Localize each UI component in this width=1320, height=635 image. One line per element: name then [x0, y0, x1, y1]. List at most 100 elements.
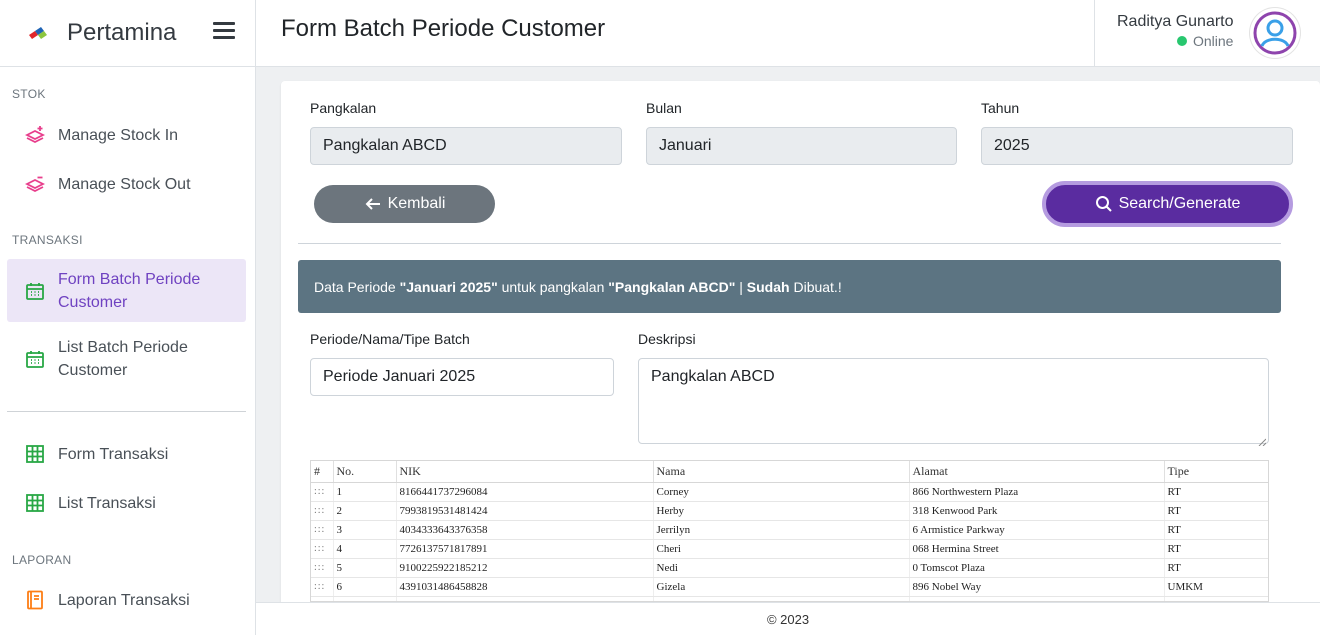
bulan-field[interactable]: Januari [646, 127, 957, 165]
sidebar-item-label: Form Transaksi [58, 445, 169, 463]
deskripsi-textarea[interactable]: Pangkalan ABCD [638, 358, 1269, 447]
pangkalan-label: Pangkalan [310, 100, 377, 116]
sidebar-item-form-transaksi[interactable]: Form Transaksi [7, 431, 246, 477]
calendar-icon [25, 281, 45, 301]
footer-copyright: © 2023 [766, 611, 810, 627]
back-button[interactable]: Kembali [314, 185, 495, 223]
cell-tipe: RT [1164, 520, 1268, 540]
sidebar-item-label: List Transaksi [58, 494, 156, 512]
avatar[interactable] [1250, 8, 1300, 58]
tahun-field[interactable]: 2025 [981, 127, 1293, 165]
cell-no: 3 [333, 520, 397, 540]
cell-no: 6 [333, 577, 397, 597]
nav-section-transaksi: TRANSAKSI [12, 233, 83, 247]
calendar-icon [25, 349, 45, 369]
cell-alamat: 0 Tomscot Plaza [909, 558, 1165, 578]
sidebar-divider [7, 411, 246, 412]
cell-nik: 4034333643376358 [396, 520, 654, 540]
cell-alamat: 6 Armistice Parkway [909, 520, 1165, 540]
table-row[interactable]: ::: 1 8166441737296084 Corney 866 Northw… [311, 482, 1268, 502]
cell-tipe: RT [1164, 482, 1268, 502]
cell-nama: Corney [653, 482, 910, 502]
table-row[interactable]: ::: 6 4391031486458828 Gizela 896 Nobel … [311, 577, 1268, 597]
user-status: Online [1177, 33, 1233, 49]
cell-nama: Gizela [653, 577, 910, 597]
back-button-label: Kembali [387, 195, 446, 212]
cell-nik: 9100225922185212 [396, 558, 654, 578]
cell-no: 1 [333, 482, 397, 502]
nav-section-laporan: LAPORAN [12, 553, 72, 567]
form-card: Pangkalan Pangkalan ABCD Bulan Januari T… [281, 81, 1320, 621]
column-header[interactable]: No. [333, 461, 397, 483]
user-status-label: Online [1193, 33, 1234, 49]
drag-handle-icon[interactable]: ::: [311, 577, 334, 597]
cell-tipe: RT [1164, 558, 1268, 578]
cell-nama: Jerrilyn [653, 520, 910, 540]
periode-field[interactable]: Periode Januari 2025 [310, 358, 614, 396]
sidebar-item-form-batch-periode[interactable]: Form Batch Periode Customer [7, 259, 246, 322]
arrow-left-icon [364, 195, 382, 213]
column-header[interactable]: Alamat [909, 461, 1165, 483]
menu-toggle-icon[interactable] [213, 22, 235, 42]
sidebar-item-list-batch-periode[interactable]: List Batch Periode Customer [7, 327, 246, 390]
section-divider [298, 243, 1281, 244]
table-row[interactable]: ::: 5 9100225922185212 Nedi 0 Tomscot Pl… [311, 558, 1268, 578]
alert-status: Sudah [746, 278, 790, 295]
brand: Pertamina [0, 0, 255, 67]
drag-handle-icon[interactable]: ::: [311, 520, 334, 540]
search-generate-button[interactable]: Search/Generate [1042, 181, 1293, 227]
cell-nik: 8166441737296084 [396, 482, 654, 502]
column-header[interactable]: Nama [653, 461, 910, 483]
footer: © 2023 [256, 602, 1320, 635]
sidebar-item-label: Manage Stock In [58, 126, 179, 144]
cell-nama: Herby [653, 501, 910, 521]
customer-table: # No. NIK Nama Alamat Tipe ::: 1 8166441… [310, 460, 1269, 602]
online-dot-icon [1177, 36, 1187, 46]
pangkalan-field[interactable]: Pangkalan ABCD [310, 127, 622, 165]
resize-grip-icon[interactable] [1258, 433, 1267, 447]
cell-alamat: 318 Kenwood Park [909, 501, 1165, 521]
alert-mid: untuk pangkalan [497, 278, 609, 295]
sidebar-item-laporan-transaksi[interactable]: Laporan Transaksi [7, 577, 246, 623]
cell-nik: 7726137571817891 [396, 539, 654, 559]
sidebar-item-label: Laporan Transaksi [58, 591, 190, 609]
table-row[interactable]: ::: 2 7993819531481424 Herby 318 Kenwood… [311, 501, 1268, 521]
user-name: Raditya Gunarto [1117, 13, 1234, 30]
page-title: Form Batch Periode Customer [281, 15, 606, 42]
sidebar-item-list-transaksi[interactable]: List Transaksi [7, 480, 246, 526]
cell-nama: Nedi [653, 558, 910, 578]
drag-handle-icon[interactable]: ::: [311, 558, 334, 578]
alert-periode: "Januari 2025" [399, 278, 498, 295]
cell-tipe: RT [1164, 539, 1268, 559]
alert-sep: | [735, 278, 747, 295]
alert-prefix: Data Periode [314, 278, 400, 295]
column-header[interactable]: NIK [396, 461, 654, 483]
table-header-row: # No. NIK Nama Alamat Tipe [311, 461, 1268, 483]
column-header[interactable]: # [311, 461, 334, 483]
cell-no: 2 [333, 501, 397, 521]
sidebar-item-manage-stock-in[interactable]: Manage Stock In [7, 112, 246, 158]
column-header[interactable]: Tipe [1164, 461, 1268, 483]
user-panel[interactable]: Raditya Gunarto Online [1094, 0, 1320, 66]
cell-nik: 7993819531481424 [396, 501, 654, 521]
cell-nik: 4391031486458828 [396, 577, 654, 597]
deskripsi-value: Pangkalan ABCD [651, 368, 775, 385]
book-icon [25, 590, 45, 610]
grid-table-icon [25, 493, 45, 513]
bulan-label: Bulan [646, 100, 682, 116]
brand-name: Pertamina [67, 19, 177, 46]
sidebar-item-manage-stock-out[interactable]: Manage Stock Out [7, 161, 246, 207]
cell-alamat: 068 Hermina Street [909, 539, 1165, 559]
pertamina-logo-icon [26, 21, 50, 45]
table-row[interactable]: ::: 3 4034333643376358 Jerrilyn 6 Armist… [311, 520, 1268, 540]
grid-table-icon [25, 444, 45, 464]
drag-handle-icon[interactable]: ::: [311, 539, 334, 559]
layers-minus-icon [25, 174, 45, 194]
drag-handle-icon[interactable]: ::: [311, 482, 334, 502]
table-row[interactable]: ::: 4 7726137571817891 Cheri 068 Hermina… [311, 539, 1268, 559]
periode-label: Periode/Nama/Tipe Batch [310, 331, 470, 347]
alert-pangkalan: "Pangkalan ABCD" [608, 278, 736, 295]
drag-handle-icon[interactable]: ::: [311, 501, 334, 521]
search-button-label: Search/Generate [1118, 195, 1241, 212]
cell-alamat: 896 Nobel Way [909, 577, 1165, 597]
